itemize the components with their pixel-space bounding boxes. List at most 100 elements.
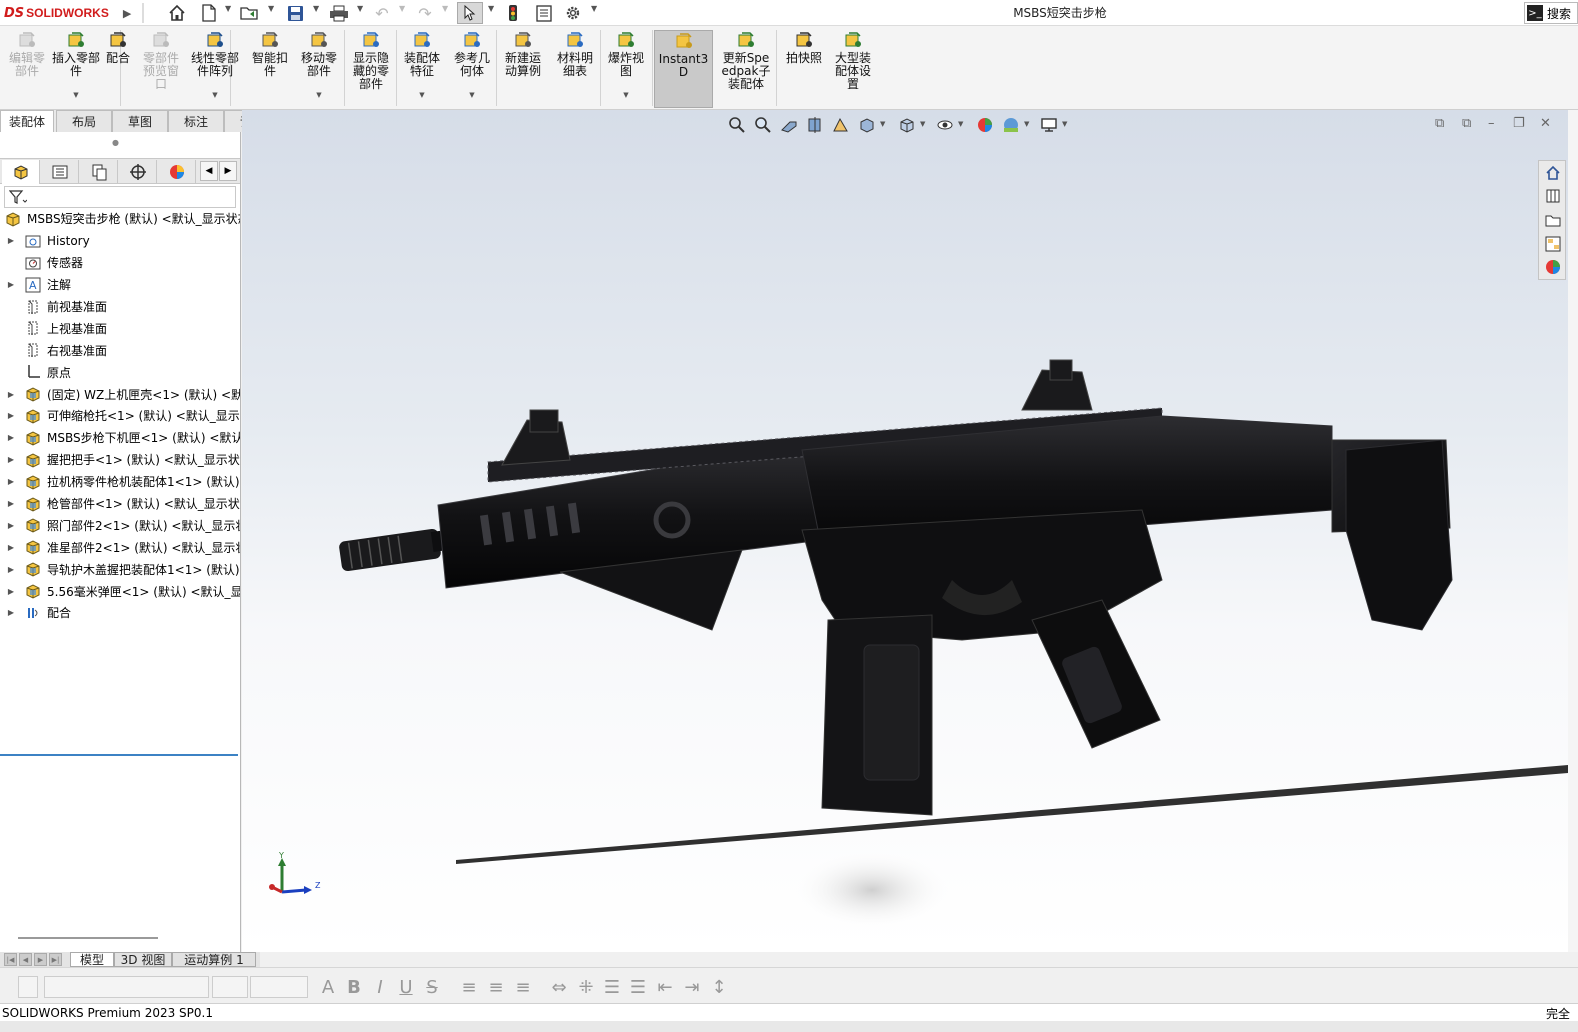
exploded-view-button[interactable]: 爆炸视图 ▼ [602,30,650,108]
open-folder-icon[interactable] [238,2,262,24]
tree-root-assembly[interactable]: MSBS短突击步枪 (默认) <默认_显示状态-1> [0,208,240,230]
expand-arrow-icon[interactable]: ▶ [6,608,16,617]
large-assembly-settings-button[interactable]: 大型装配体设置 [830,30,876,108]
fit-text-icon[interactable]: ⇔ [548,977,570,998]
expand-arrow-icon[interactable]: ▶ [6,433,16,442]
view-orientation-icon[interactable] [856,114,878,136]
decrease-indent-icon[interactable]: ⇤ [654,977,676,998]
numbered-list-icon[interactable]: ☰ [627,977,649,998]
chevron-down-icon[interactable]: ▼ [399,4,405,13]
expand-arrow-icon[interactable]: ▶ [6,280,16,289]
tree-item[interactable]: ▶ 5.56毫米弹匣<1> (默认) <默认_显示状态-1> [0,580,240,602]
view-palette-icon[interactable] [1542,233,1564,255]
show-hidden-components-button[interactable]: 显示隐藏的零部件 [346,30,396,108]
print-icon[interactable] [327,2,351,24]
instant3d-button[interactable]: Instant3D [654,30,713,108]
window-tile-left-icon[interactable]: ⧉ [1435,116,1444,131]
bulleted-list-icon[interactable]: ☰ [601,977,623,998]
previous-view-icon[interactable] [778,114,800,136]
align-center-icon[interactable]: ≡ [485,977,507,998]
increase-indent-icon[interactable]: ⇥ [681,977,703,998]
tree-item[interactable]: ▶ History [0,230,240,252]
tab-model[interactable]: 模型 [70,952,114,967]
appearances-scenes-icon[interactable] [1542,256,1564,278]
scroll-right-icon[interactable]: ▶ [219,161,237,181]
assembly-features-button[interactable]: 装配体特征 ▼ [398,30,446,108]
next-tab-icon[interactable]: ▶ [34,953,47,966]
distribute-icon[interactable]: ⁜ [575,977,597,998]
tree-item[interactable]: ▶ 枪管部件<1> (默认) <默认_显示状态-1> [0,493,240,515]
tree-filter[interactable] [4,186,236,208]
search-commands-button[interactable]: >_ 搜索 [1524,2,1578,24]
tab-sketch[interactable]: 草图 [112,110,168,132]
chevron-down-icon[interactable]: ▼ [73,89,78,102]
tree-item[interactable]: ▶ 配合 [0,602,240,624]
linear-component-pattern-button[interactable]: 线性零部件阵列 ▼ [188,30,242,108]
chevron-down-icon[interactable]: ▼ [357,4,363,13]
chevron-down-icon[interactable]: ▼ [316,89,321,102]
expand-arrow-icon[interactable]: ▶ [6,477,16,486]
tree-item[interactable]: ▶ 准星部件2<1> (默认) <默认_显示状态-1> [0,536,240,558]
chevron-down-icon[interactable]: ▼ [1062,120,1067,128]
expand-arrow-icon[interactable]: ▶ [6,587,16,596]
new-document-icon[interactable] [198,2,220,24]
font-name-select[interactable] [44,976,209,998]
panel-horizontal-scrollbar[interactable] [18,937,158,939]
expand-arrow-icon[interactable]: ▶ [6,236,16,245]
expand-arrow-icon[interactable]: ▶ [6,543,16,552]
file-properties-icon[interactable] [533,2,555,24]
chevron-down-icon[interactable]: ▼ [1024,120,1029,128]
tab-markup[interactable]: 标注 [168,110,224,132]
tree-item[interactable]: 上视基准面 [0,317,240,339]
chevron-down-icon[interactable]: ▼ [920,120,925,128]
solidworks-logo[interactable]: DS SOLIDWORKS ▶ [4,3,131,23]
close-icon[interactable]: ✕ [1540,116,1551,131]
options-gear-icon[interactable] [562,2,584,24]
new-motion-study-button[interactable]: 新建运动算例 [498,30,548,108]
minimize-icon[interactable]: – [1488,116,1495,131]
chevron-down-icon[interactable]: ▼ [225,4,231,13]
display-style-icon[interactable] [896,114,918,136]
home-icon[interactable] [166,2,188,24]
tree-item[interactable]: ▶ 拉机柄零件枪机装配体1<1> (默认) <默认_显示状态-1> [0,471,240,493]
tree-item[interactable]: ▶ MSBS步枪下机匣<1> (默认) <默认_显示状态-1> [0,427,240,449]
display-manager-tab[interactable] [158,160,196,184]
align-right-icon[interactable]: ≡ [512,977,534,998]
text-font-icon[interactable]: A [318,977,338,998]
zoom-to-fit-icon[interactable] [726,114,748,136]
restore-icon[interactable]: ❐ [1513,116,1525,131]
take-snapshot-button[interactable]: 拍快照 [780,30,828,108]
tree-item[interactable]: 右视基准面 [0,339,240,361]
line-spacing-icon[interactable]: ↕ [708,977,730,998]
last-tab-icon[interactable]: ▶| [49,953,62,966]
expand-arrow-icon[interactable]: ▶ [6,521,16,530]
bill-of-materials-button[interactable]: 材料明细表 [550,30,600,108]
update-speedpak-button[interactable]: 更新Speedpak子装配体 [718,30,774,108]
rebuild-traffic-light-icon[interactable] [503,2,523,24]
configuration-manager-tab[interactable] [80,160,118,184]
component-preview-window-button[interactable]: 零部件预览窗口 [136,30,186,108]
graphics-area[interactable]: ▼ ▼ ▼ ▼ ▼ ⧉ ⧉ – ❐ ✕ Y Z [242,110,1568,952]
tree-item[interactable]: ▶ 可伸缩枪托<1> (默认) <默认_显示状态-1> [0,405,240,427]
tree-item[interactable]: 传感器 [0,252,240,274]
chevron-down-icon[interactable]: ▼ [488,4,494,13]
edit-appearance-icon[interactable] [974,114,996,136]
bold-icon[interactable]: B [344,977,364,998]
tree-item[interactable]: ▶ 导轨护木盖握把装配体1<1> (默认) <默认_显示状态-1> [0,558,240,580]
view-settings-monitor-icon[interactable] [1038,114,1060,136]
move-component-button[interactable]: 移动零部件 ▼ [296,30,342,108]
tree-item[interactable]: ▶ A 注解 [0,274,240,296]
scroll-left-icon[interactable]: ◀ [200,161,218,181]
select-cursor-icon[interactable] [457,2,483,24]
chevron-right-icon[interactable]: ▶ [123,7,131,20]
tree-item[interactable]: ▶ 握把把手<1> (默认) <默认_显示状态-1> [0,449,240,471]
hide-show-items-icon[interactable] [934,114,956,136]
property-manager-tab[interactable] [41,160,79,184]
tree-item[interactable]: 前视基准面 [0,296,240,318]
chevron-down-icon[interactable]: ▼ [442,4,448,13]
edit-component-button[interactable]: 编辑零部件 [4,30,50,108]
chevron-down-icon[interactable]: ▼ [591,4,597,13]
chevron-down-icon[interactable]: ▼ [958,120,963,128]
tab-motion-study-1[interactable]: 运动算例 1 [172,952,256,967]
file-explorer-icon[interactable] [1542,209,1564,231]
